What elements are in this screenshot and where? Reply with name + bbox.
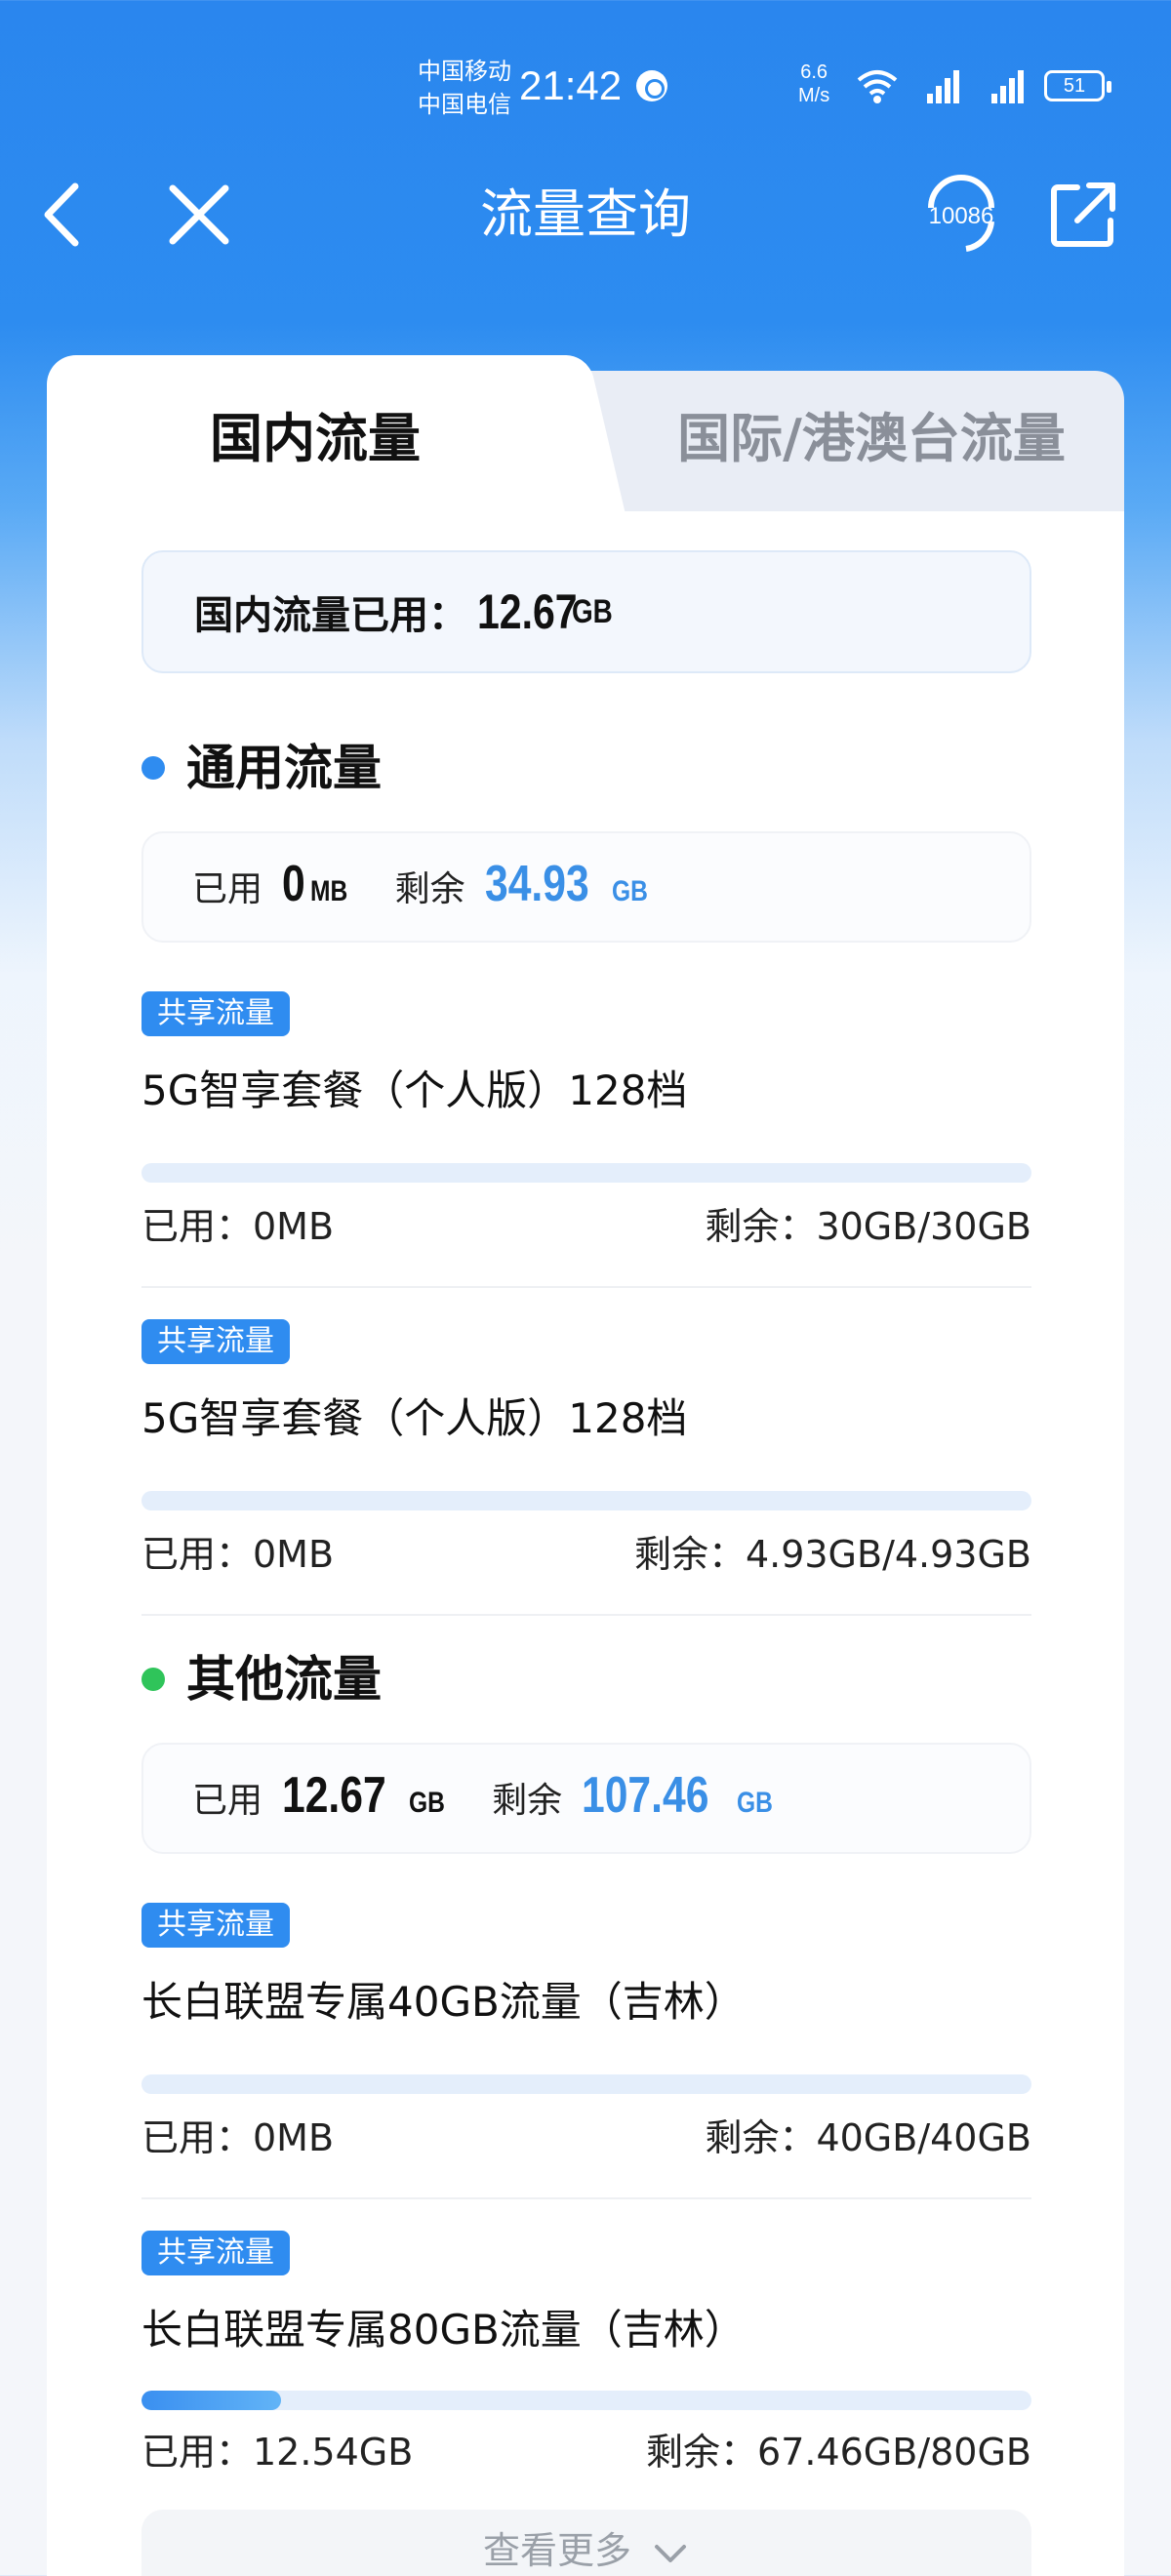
package-item[interactable]: 共享流量 长白联盟专属80GB流量（吉林） 已用：12.54GB 剩余：67.4… (141, 2231, 1031, 2543)
tab-domestic-label[interactable]: 国内流量 (47, 400, 584, 478)
section-other-summary: 已用 12.67 GB 剩余 107.46 GB (141, 1743, 1031, 1854)
remaining-amount: 剩余：40GB/40GB (705, 2116, 1031, 2159)
shared-traffic-badge: 共享流量 (141, 1903, 290, 1948)
domestic-total-box: 国内流量已用： 12.67 GB (141, 550, 1031, 673)
shared-traffic-badge: 共享流量 (141, 991, 290, 1036)
package-name: 5G智享套餐（个人版）128档 (141, 1067, 688, 1114)
carrier-2: 中国电信 (418, 91, 511, 118)
status-time: 21:42 (519, 62, 623, 108)
remain-unit: GB (611, 875, 648, 907)
remaining-amount: 剩余：30GB/30GB (705, 1205, 1031, 1248)
used-value: 12.67 (282, 1767, 386, 1824)
wifi-6-icon (857, 70, 898, 103)
headset-icon: 10086 (928, 175, 994, 252)
hotline-number: 10086 (929, 203, 994, 229)
green-dot-icon (141, 1668, 165, 1691)
view-more-button[interactable]: 查看更多 (141, 2510, 1031, 2576)
usage-progress-fill (141, 2391, 282, 2410)
package-item[interactable]: 共享流量 5G智享套餐（个人版）128档 已用：0MB 剩余：30GB/30GB (141, 991, 1031, 1304)
package-name: 长白联盟专属80GB流量（吉林） (141, 2306, 746, 2354)
usage-progress-bar (141, 1491, 1031, 1510)
remain-value: 34.93 (484, 856, 589, 912)
remain-unit: GB (737, 1787, 774, 1819)
remain-label: 剩余 (492, 1781, 563, 1821)
used-amount: 已用：0MB (141, 1205, 335, 1248)
divider (141, 1614, 1031, 1616)
remaining-amount: 剩余：67.46GB/80GB (646, 2431, 1031, 2474)
package-name: 5G智享套餐（个人版）128档 (141, 1394, 688, 1442)
net-speed-unit: M/s (798, 85, 830, 106)
voice-indicator-icon (636, 70, 667, 101)
share-icon (1051, 182, 1115, 247)
usage-progress-bar (141, 2391, 1031, 2410)
domestic-total-unit: GB (572, 592, 613, 630)
share-button[interactable] (1044, 176, 1122, 254)
remain-value: 107.46 (582, 1767, 709, 1824)
blue-dot-icon (141, 756, 165, 780)
usage-progress-bar (141, 2074, 1031, 2094)
package-item[interactable]: 共享流量 长白联盟专属40GB流量（吉林） 已用：0MB 剩余：40GB/40G… (141, 1903, 1031, 2215)
used-amount: 已用：12.54GB (141, 2431, 414, 2474)
tab-international-label[interactable]: 国际/港澳台流量 (613, 400, 1130, 478)
view-more-label: 查看更多 (482, 2529, 631, 2572)
domestic-total-value: 12.67 (477, 584, 578, 639)
net-speed-value: 6.6 (800, 61, 828, 83)
remaining-amount: 剩余：4.93GB/4.93GB (633, 1533, 1031, 1576)
section-other-header: 其他流量 (141, 1645, 382, 1713)
section-general-summary: 已用 0 MB 剩余 34.93 GB (141, 831, 1031, 943)
used-unit: GB (409, 1787, 446, 1819)
remain-label: 剩余 (394, 869, 465, 909)
package-item[interactable]: 共享流量 5G智享套餐（个人版）128档 已用：0MB 剩余：4.93GB/4.… (141, 1319, 1031, 1631)
used-label: 已用 (192, 1781, 263, 1821)
divider (141, 2197, 1031, 2199)
section-general-header: 通用流量 (141, 734, 382, 802)
used-label: 已用 (192, 869, 263, 909)
used-value: 0 (282, 856, 305, 912)
shared-traffic-badge: 共享流量 (141, 2231, 290, 2275)
used-unit: MB (309, 875, 348, 907)
hotline-button[interactable]: 10086 (917, 175, 1005, 254)
carrier-names: 中国移动 中国电信 (418, 55, 511, 121)
used-amount: 已用：0MB (141, 2116, 335, 2159)
network-speed: 6.6 M/s (798, 60, 829, 107)
battery-icon: 51 (1044, 70, 1111, 101)
section-title: 其他流量 (186, 1651, 382, 1708)
status-bar: 中国移动 中国电信 21:42 6.6 M/s 51 (0, 0, 1171, 166)
usage-progress-bar (141, 1163, 1031, 1183)
signal-5g-icon (927, 70, 959, 103)
signal-4g-icon (991, 70, 1024, 103)
chevron-down-icon (655, 2544, 687, 2562)
used-amount: 已用：0MB (141, 1533, 335, 1576)
package-name: 长白联盟专属40GB流量（吉林） (141, 1978, 746, 2026)
section-title: 通用流量 (186, 740, 382, 796)
divider (141, 1286, 1031, 1288)
carrier-1: 中国移动 (418, 58, 511, 85)
shared-traffic-badge: 共享流量 (141, 1319, 290, 1364)
domestic-total-label: 国内流量已用： (194, 593, 467, 638)
